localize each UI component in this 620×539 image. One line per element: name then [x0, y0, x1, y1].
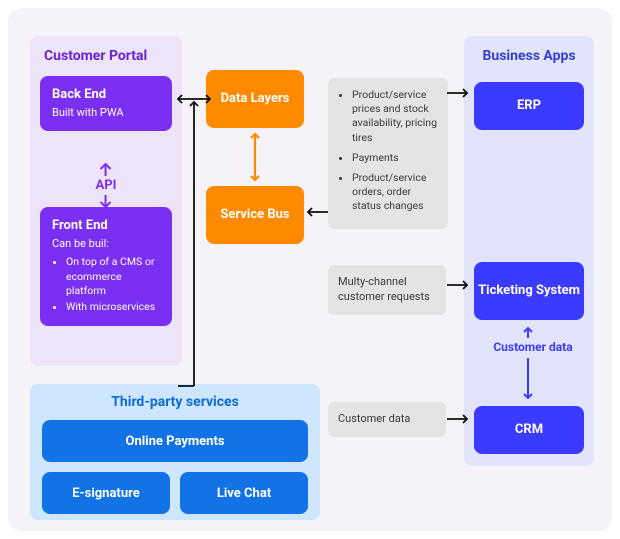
api-label: API: [96, 178, 117, 193]
arrow-ticketing-crm: [521, 324, 535, 342]
erp-block: ERP: [474, 82, 584, 130]
ticketing-block: Ticketing System: [474, 262, 584, 320]
frontend-subtitle: Can be buil:: [52, 237, 160, 252]
arrow-datalayers-servicebus: [248, 130, 262, 184]
crm-block: CRM: [474, 406, 584, 454]
arrow-erplist-servicebus: [304, 205, 330, 219]
crm-data-list: Customer data: [328, 402, 446, 437]
backend-block: Back End Built with PWA: [40, 76, 172, 131]
arrow-tps-backend: [184, 98, 204, 390]
third-party-panel: Third-party services Online Payments E-s…: [30, 384, 320, 520]
list-item: Multy-channel customer requests: [338, 275, 436, 305]
ticketing-data-list: Multy-channel customer requests: [328, 265, 446, 315]
list-item: Product/service orders, order status cha…: [352, 171, 438, 214]
arrow-erplist-erp: [445, 86, 471, 100]
frontend-bullet: On top of a CMS or ecommerce platform: [66, 255, 160, 298]
frontend-bullets: On top of a CMS or ecommerce platform Wi…: [52, 255, 160, 314]
esignature-block: E-signature: [42, 472, 170, 514]
arrow-ticketing-crm-down: [521, 356, 535, 402]
list-item: Product/service prices and stock availab…: [352, 88, 438, 145]
customer-data-label: Customer data: [488, 340, 578, 354]
list-item: Payments: [352, 151, 438, 165]
customer-portal-title: Customer Portal: [40, 48, 172, 64]
online-payments-block: Online Payments: [42, 420, 308, 462]
frontend-title: Front End: [52, 217, 160, 235]
data-layers-block: Data Layers: [206, 70, 304, 128]
third-party-title: Third-party services: [42, 394, 308, 410]
frontend-bullet: With microservices: [66, 300, 160, 314]
live-chat-block: Live Chat: [180, 472, 308, 514]
service-bus-block: Service Bus: [206, 186, 304, 244]
architecture-diagram: Customer Portal Back End Built with PWA …: [8, 8, 612, 531]
frontend-block: Front End Can be buil: On top of a CMS o…: [40, 207, 172, 326]
list-item: Customer data: [338, 412, 436, 427]
business-apps-title: Business Apps: [474, 48, 584, 64]
backend-title: Back End: [52, 86, 160, 104]
backend-subtitle: Built with PWA: [52, 106, 160, 121]
customer-portal-panel: Customer Portal Back End Built with PWA …: [30, 36, 182, 366]
arrow-tslist-ticketing: [445, 278, 471, 292]
api-connector: API: [96, 162, 117, 209]
erp-data-list: Product/service prices and stock availab…: [328, 78, 448, 229]
arrow-crmlist-crm: [445, 412, 471, 426]
